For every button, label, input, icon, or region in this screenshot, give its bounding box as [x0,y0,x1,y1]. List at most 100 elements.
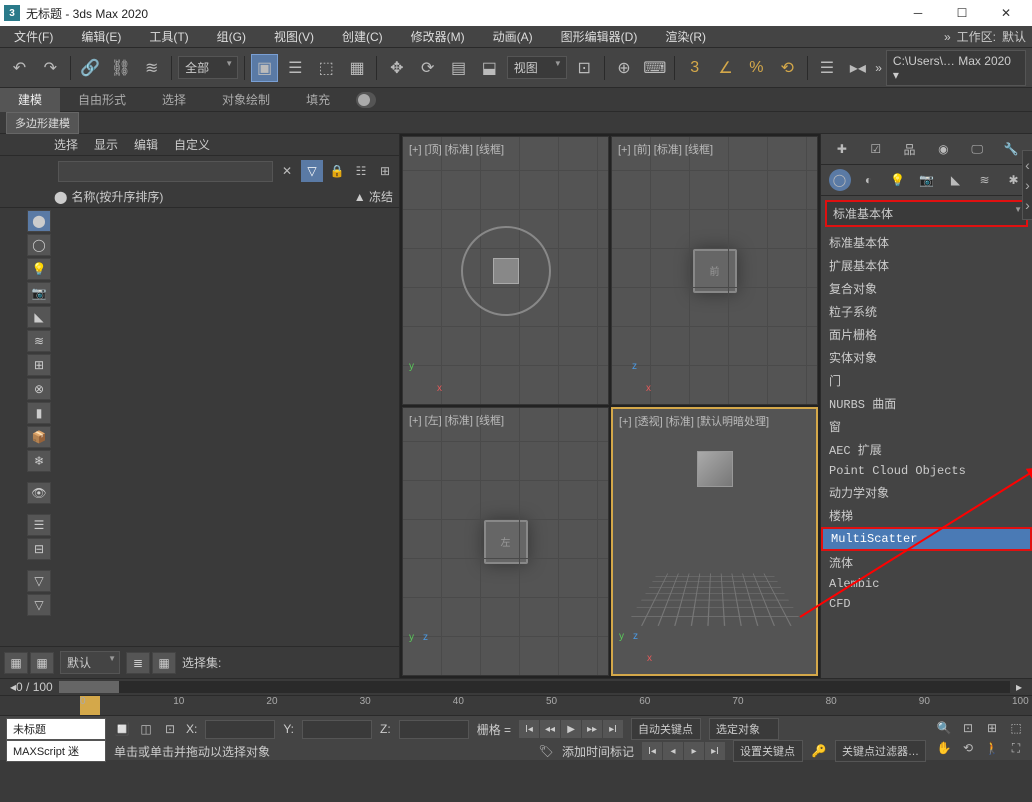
bind-icon[interactable]: ≋ [138,54,165,82]
angle-snap-icon[interactable]: ∠ [712,54,739,82]
category-list[interactable]: 标准基本体扩展基本体复合对象粒子系统面片栅格实体对象门NURBS 曲面窗AEC … [821,231,1032,678]
category-item[interactable]: 粒子系统 [821,300,1032,323]
menu-item-2[interactable]: 工具(T) [135,26,202,48]
filter-icon[interactable]: ▽ [301,160,323,182]
spacewarps-icon[interactable]: ≋ [974,169,996,191]
select-rotate-icon[interactable]: ⟳ [414,54,441,82]
zoom-extents-icon[interactable]: ⊞ [982,718,1002,738]
select-region-icon[interactable]: ⬚ [313,54,340,82]
scene-tab-custom[interactable]: 自定义 [174,136,210,153]
select-target-dropdown[interactable]: 选定对象 [709,718,779,740]
lock-sel-icon[interactable]: ⊡ [162,721,178,737]
modify-tab-icon[interactable]: ☑ [865,138,887,160]
filter-camera-icon[interactable]: 📷 [27,282,51,304]
goto-start-icon[interactable]: I◂ [519,720,539,738]
toolbar-more-icon[interactable]: » [875,61,882,75]
list-view-icon[interactable]: ☰ [27,514,51,536]
filter-helper-icon[interactable]: ◣ [27,306,51,328]
filter-container-icon[interactable]: 📦 [27,426,51,448]
select-move-icon[interactable]: ✥ [383,54,410,82]
close-button[interactable]: ✕ [984,0,1028,26]
play-icon[interactable]: ▶ [561,720,581,738]
snap-toggle-icon[interactable]: 3 [681,54,708,82]
filter-frozen-icon[interactable]: ❄ [27,450,51,472]
keyfilter-button[interactable]: 关键点过滤器… [835,740,926,762]
name-column-header[interactable]: ⬤ 名称(按升序排序) [54,188,354,205]
menu-item-6[interactable]: 修改器(M) [397,26,479,48]
category-item[interactable]: 复合对象 [821,277,1032,300]
ribbon-tab-select[interactable]: 选择 [144,88,204,112]
layer-icon-b[interactable]: ▦ [30,652,54,674]
time-config-icon[interactable]: ▸ [684,742,704,760]
viewport-front-label[interactable]: [+] [前] [标准] [线框] [618,141,713,157]
category-item[interactable]: 标准基本体 [821,231,1032,254]
viewport-top[interactable]: [+] [顶] [标准] [线框] yx [402,136,609,405]
timeline-slider[interactable]: ◂ 0 / 100 ▸ [0,678,1032,696]
tool-icon[interactable]: 🔲 [114,721,130,737]
category-item[interactable]: 窗 [821,415,1032,438]
project-path[interactable]: C:\Users\… Max 2020 ▾ [886,50,1026,86]
maximize-button[interactable]: ☐ [940,0,984,26]
menu-item-0[interactable]: 文件(F) [0,26,67,48]
selection-filter-dropdown[interactable]: 全部 [178,56,238,79]
menu-item-8[interactable]: 图形编辑器(D) [547,26,652,48]
hierarchy-icon[interactable]: ⊟ [27,538,51,560]
walk-icon[interactable]: 🚶 [982,738,1002,758]
helpers-icon[interactable]: ◣ [945,169,967,191]
category-item[interactable]: NURBS 曲面 [821,392,1032,415]
category-item[interactable]: 流体 [821,551,1032,574]
select-place-icon[interactable]: ⬓ [476,54,503,82]
filter-light-icon[interactable]: 💡 [27,258,51,280]
mirror-icon[interactable]: ▸◂ [844,54,871,82]
category-item[interactable]: AEC 扩展 [821,438,1032,461]
viewcube-icon[interactable] [461,226,551,316]
freeze-column-header[interactable]: ▲ 冻结 [354,188,393,205]
use-pivot-icon[interactable]: ⊡ [571,54,598,82]
named-sel-icon[interactable]: ☰ [814,54,841,82]
keyboard-shortcut-icon[interactable]: ⌨ [641,54,668,82]
filter-group-icon[interactable]: ⊞ [27,354,51,376]
viewport-left-label[interactable]: [+] [左] [标准] [线框] [409,412,504,428]
view-icon[interactable]: ☷ [351,161,371,181]
goto-end-icon[interactable]: ▸I [603,720,623,738]
layer-props-icon[interactable]: ▦ [152,652,176,674]
time-ruler[interactable]: 0102030405060708090100 [0,696,1032,716]
lock-icon[interactable]: 🔒 [327,161,347,181]
prev-key-icon[interactable]: I◂ [642,742,662,760]
maximize-vp-icon[interactable]: ⛶ [1006,738,1026,758]
scene-tab-display[interactable]: 显示 [94,136,118,153]
orbit-icon[interactable]: ⟲ [958,738,978,758]
ref-coord-dropdown[interactable]: 视图 [507,56,567,79]
next-frame-icon[interactable]: ▸▸ [582,720,602,738]
window-crossing-icon[interactable]: ▦ [344,54,371,82]
motion-tab-icon[interactable]: ◉ [932,138,954,160]
category-item[interactable]: 楼梯 [821,504,1032,527]
viewport-front[interactable]: [+] [前] [标准] [线框] 前 zx [611,136,818,405]
category-item[interactable]: 门 [821,369,1032,392]
time-tag-icon[interactable]: 🏷 [538,743,554,759]
menu-item-9[interactable]: 渲染(R) [651,26,720,48]
zoom-region-icon[interactable]: ⬚ [1006,718,1026,738]
shapes-icon[interactable]: ◐ [858,169,880,191]
clear-search-icon[interactable]: ✕ [277,161,297,181]
cameras-icon[interactable]: 📷 [916,169,938,191]
pan-icon[interactable]: ✋ [934,738,954,758]
setkey-button[interactable]: 设置关键点 [733,740,803,762]
ribbon-tab-paint[interactable]: 对象绘制 [204,88,288,112]
menu-item-4[interactable]: 视图(V) [260,26,328,48]
ribbon-toggle[interactable] [356,92,376,108]
z-coord-input[interactable] [399,720,469,739]
percent-snap-icon[interactable]: % [743,54,770,82]
category-item[interactable]: Point Cloud Objects [821,461,1032,481]
filter-xref-icon[interactable]: ⊗ [27,378,51,400]
x-coord-input[interactable] [205,720,275,739]
viewcube-persp-icon[interactable] [697,451,733,487]
isolate-icon[interactable]: ◫ [138,721,154,737]
display-all-icon[interactable]: 👁 [27,482,51,504]
unlink-icon[interactable]: ⛓ [107,54,134,82]
select-scale-icon[interactable]: ▤ [445,54,472,82]
category-item[interactable]: 实体对象 [821,346,1032,369]
key-mode-icon[interactable]: ◂ [663,742,683,760]
filter-space-icon[interactable]: ≋ [27,330,51,352]
viewport-persp-label[interactable]: [+] [透视] [标准] [默认明暗处理] [619,413,769,429]
